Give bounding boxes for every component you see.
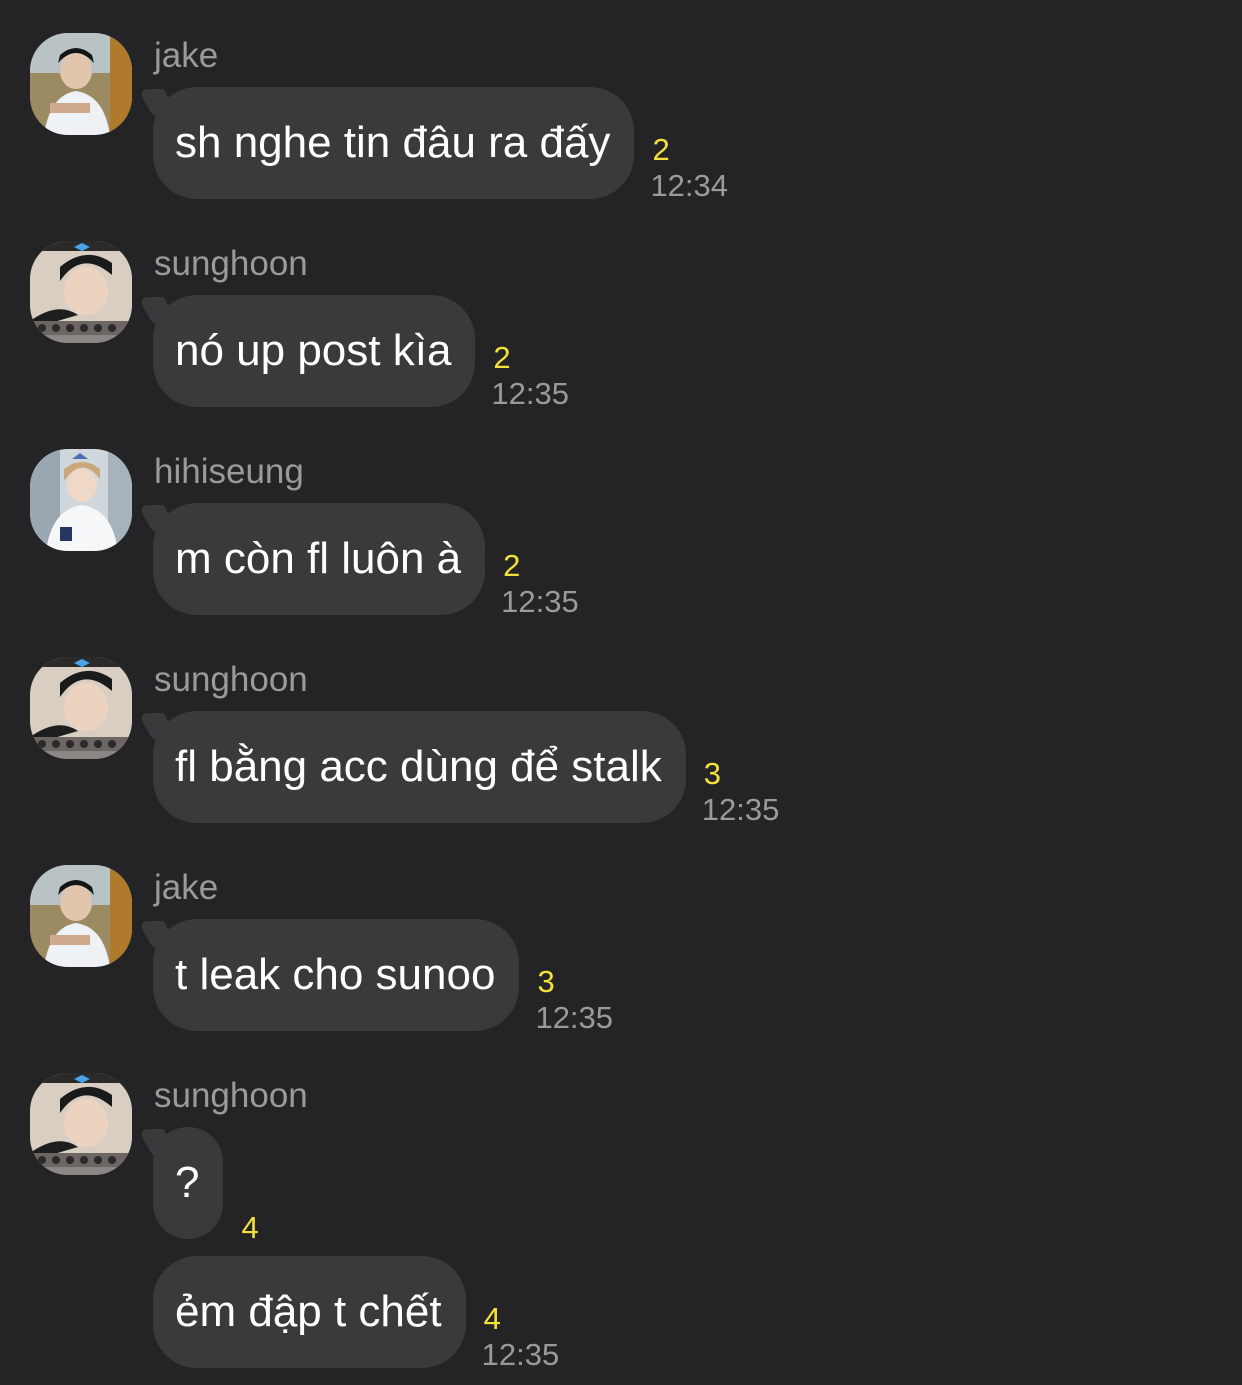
message-row: t leak cho sunoo 3 12:35 <box>153 919 1153 1035</box>
message-meta: 3 12:35 <box>535 965 613 1037</box>
message-meta: 2 12:35 <box>491 341 569 413</box>
message-row: ? 4 <box>153 1127 1153 1245</box>
message-meta: 4 <box>239 1211 258 1245</box>
timestamp: 12:35 <box>481 1337 560 1372</box>
message-meta: 2 12:35 <box>501 549 579 621</box>
message-row: m còn fl luôn à 2 12:35 <box>153 503 1153 619</box>
message-row: sh nghe tin đâu ra đấy 2 12:34 <box>153 87 1153 203</box>
message-meta: 3 12:35 <box>702 757 780 829</box>
sender-name: sunghoon <box>154 660 308 699</box>
message-row: nó up post kìa 2 12:35 <box>153 295 1153 411</box>
message-bubble[interactable]: sh nghe tin đâu ra đấy <box>153 87 635 199</box>
message-bubble[interactable]: ? <box>153 1127 224 1239</box>
message-row: fl bằng acc dùng để stalk 3 12:35 <box>153 711 1153 827</box>
avatar[interactable] <box>30 1073 132 1175</box>
timestamp: 12:35 <box>501 584 579 619</box>
jake-avatar-image <box>30 33 132 135</box>
avatar[interactable] <box>30 449 132 551</box>
sender-name: jake <box>154 868 219 907</box>
jake-avatar-image <box>30 865 132 967</box>
message-bubble[interactable]: nó up post kìa <box>153 295 476 407</box>
sender-name: sunghoon <box>154 1076 308 1115</box>
unread-count: 3 <box>703 756 722 791</box>
unread-count: 3 <box>537 964 555 999</box>
unread-count: 4 <box>241 1210 259 1245</box>
avatar[interactable] <box>30 865 132 967</box>
avatar[interactable] <box>30 241 132 343</box>
message-bubble[interactable]: fl bằng acc dùng để stalk <box>153 711 686 823</box>
unread-count: 2 <box>503 548 521 583</box>
timestamp: 12:35 <box>491 376 569 411</box>
unread-count: 2 <box>493 340 511 375</box>
sender-name: jake <box>154 36 219 75</box>
hihiseung-avatar-image <box>30 449 132 551</box>
timestamp: 12:35 <box>535 1000 614 1035</box>
message-meta: 2 12:34 <box>650 133 728 205</box>
avatar[interactable] <box>30 657 132 759</box>
timestamp: 12:34 <box>650 168 729 203</box>
message-bubble[interactable]: m còn fl luôn à <box>153 503 486 615</box>
message-bubble[interactable]: ẻm đập t chết <box>153 1256 466 1368</box>
sunghoon-avatar-image <box>30 241 132 343</box>
unread-count: 2 <box>652 132 670 167</box>
sunghoon-avatar-image <box>30 657 132 759</box>
sender-name: sunghoon <box>154 244 308 283</box>
timestamp: 12:35 <box>701 792 780 827</box>
sender-name: hihiseung <box>154 452 304 491</box>
chat-thread: jake sh nghe tin đâu ra đấy 2 12:34 sung… <box>0 0 1242 1385</box>
avatar[interactable] <box>30 33 132 135</box>
message-meta: 4 12:35 <box>482 1302 560 1374</box>
unread-count: 4 <box>483 1301 501 1336</box>
message-bubble[interactable]: t leak cho sunoo <box>153 919 520 1031</box>
sunghoon-avatar-image <box>30 1073 132 1175</box>
message-row: ẻm đập t chết 4 12:35 <box>153 1256 1153 1372</box>
